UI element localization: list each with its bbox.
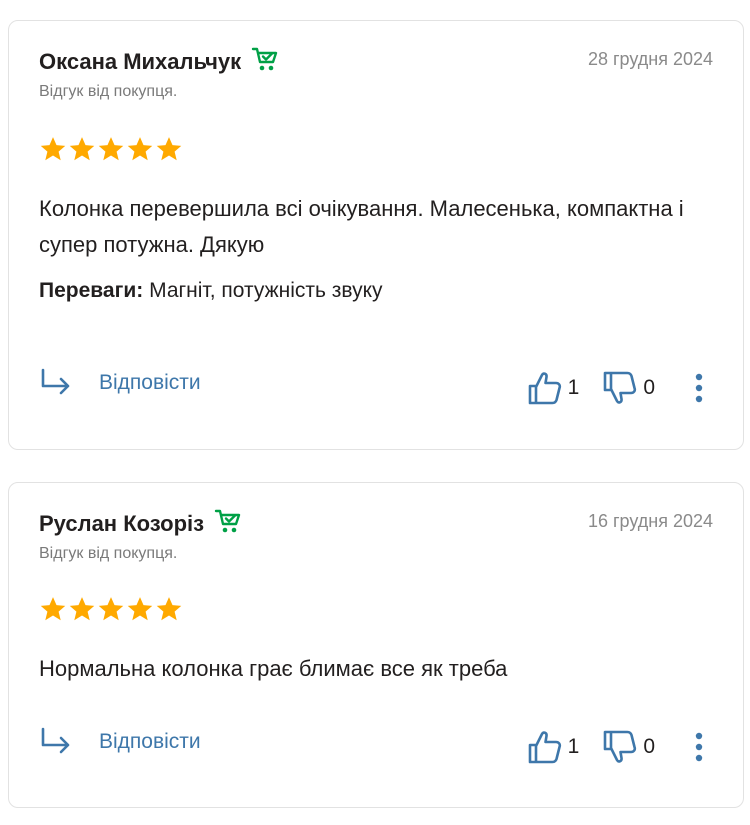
dislike-button[interactable]: 0 [601, 369, 655, 407]
thumbs-down-icon [604, 371, 637, 404]
review-text: Нормальна колонка грає блимає все як тре… [39, 656, 508, 681]
review-subtitle: Відгук від покупця. [39, 545, 178, 562]
review-author: Оксана Михальчук [39, 46, 281, 77]
review-date: 28 грудня 2024 [587, 49, 713, 69]
review-votes: 1 0 [526, 727, 703, 767]
like-button[interactable]: 1 [526, 728, 580, 766]
like-count: 1 [567, 735, 580, 758]
review-votes: 1 0 [526, 368, 703, 408]
review-pros: Переваги: Магніт, потужність звуку [39, 279, 383, 303]
review-card: Оксана Михальчук 28 грудня 2024 Відгук в… [8, 20, 744, 450]
dislike-count: 0 [643, 735, 655, 758]
star-icon [40, 137, 66, 161]
star-icon [98, 137, 124, 161]
dislike-count: 0 [643, 376, 655, 399]
star-icon [156, 597, 182, 621]
more-vertical-icon [695, 732, 703, 762]
review-header: Руслан Козоріз 16 грудня 2024 [39, 508, 713, 539]
rating-stars [39, 595, 183, 623]
like-count: 1 [567, 376, 580, 399]
star-icon [40, 597, 66, 621]
star-icon [156, 137, 182, 161]
review-actions: Відповісти 1 0 [39, 727, 703, 767]
review-text: Колонка перевершила всі очікування. Мале… [39, 196, 684, 257]
thumbs-up-icon [528, 372, 561, 405]
review-actions: Відповісти 1 0 [39, 368, 703, 408]
reply-button[interactable]: Відповісти [39, 368, 201, 398]
rating-stars [39, 135, 183, 163]
more-options-button[interactable] [695, 372, 703, 404]
review-date: 16 грудня 2024 [587, 511, 713, 531]
star-icon [127, 597, 153, 621]
star-icon [127, 137, 153, 161]
pros-label: Переваги: [39, 279, 144, 302]
dislike-button[interactable]: 0 [601, 728, 655, 766]
star-icon [98, 597, 124, 621]
reply-arrow-icon [41, 368, 70, 395]
thumbs-up-icon [528, 731, 561, 764]
more-vertical-icon [695, 373, 703, 403]
review-card: Руслан Козоріз 16 грудня 2024 Відгук від… [8, 482, 744, 808]
reply-label: Відповісти [99, 730, 201, 753]
star-icon [69, 597, 95, 621]
star-icon [69, 137, 95, 161]
buyer-cart-check-icon [214, 508, 244, 536]
pros-text: Магніт, потужність звуку [149, 279, 383, 302]
reply-button[interactable]: Відповісти [39, 727, 201, 757]
author-name: Оксана Михальчук [39, 49, 242, 74]
review-author: Руслан Козоріз [39, 508, 244, 539]
reply-label: Відповісти [99, 371, 201, 394]
author-name: Руслан Козоріз [39, 511, 205, 536]
reply-arrow-icon [41, 727, 70, 754]
more-options-button[interactable] [695, 731, 703, 763]
buyer-cart-check-icon [251, 46, 281, 74]
thumbs-down-icon [604, 730, 637, 763]
like-button[interactable]: 1 [526, 369, 580, 407]
review-subtitle: Відгук від покупця. [39, 83, 178, 100]
review-header: Оксана Михальчук 28 грудня 2024 [39, 46, 713, 77]
